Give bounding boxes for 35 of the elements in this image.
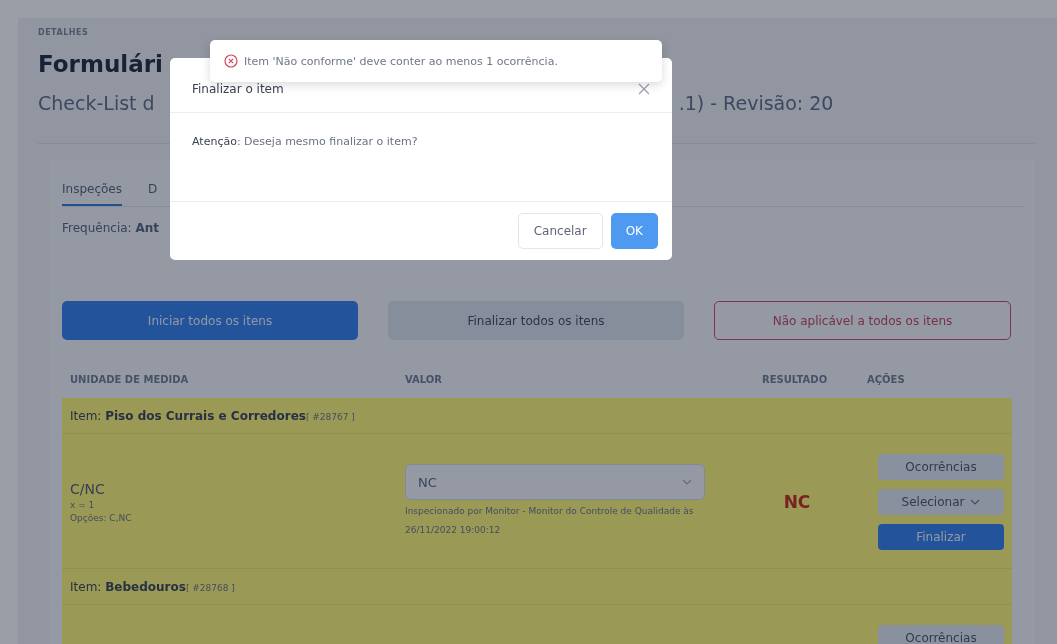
chevron-down-icon [682,479,692,485]
column-header: AÇÕES [867,373,906,385]
action-button[interactable]: Ocorrências [878,454,1004,480]
column-header: VALOR [405,373,444,385]
eyebrow-label: DETALHES [38,28,90,37]
page-title: Formulári [38,51,163,77]
dialog-button[interactable]: OK [610,213,658,249]
value-select[interactable]: NC [405,464,705,500]
result-text: NC [782,492,812,512]
inspection-info: Inspecionado por Monitor - Monitor do Controle de Qualidade às 26/11/2022 19:00:12 [405,505,695,537]
dialog-message: Atenção: Deseja mesmo finalizar o item? [192,135,418,148]
item-title: Item: Piso dos Currais e Corredores[ #28767 ] [70,408,355,423]
action-button[interactable]: Finalizar [878,524,1004,550]
error-icon [224,54,238,68]
unit-text: C/NC [70,481,106,497]
bulk-action-button[interactable]: Finalizar todos os itens [388,301,684,340]
options-text: Opções: C,NC [70,513,133,523]
action-button[interactable]: Selecionar [878,489,1004,515]
column-header: RESULTADO [762,373,829,385]
tab[interactable]: Inspeções [62,172,122,206]
close-icon[interactable] [638,83,650,95]
page-subtitle: Check-List d [38,92,155,114]
bulk-action-button[interactable]: Iniciar todos os itens [62,301,358,340]
bulk-action-button[interactable]: Não aplicável a todos os itens [714,301,1011,340]
action-button[interactable]: Ocorrências [878,625,1004,644]
dialog-button[interactable]: Cancelar [517,213,603,249]
page-subtitle: .1) - Revisão: 20 [678,92,834,114]
frequency-text: Frequência: Ant [62,221,160,235]
formula-text: x = 1 [70,500,96,510]
item-title: Item: Bebedouros[ #28768 ] [70,579,235,594]
chevron-down-icon [970,499,981,505]
column-header: UNIDADE DE MEDIDA [70,373,190,385]
toast-message: Item 'Não conforme' deve conter ao menos 1 ocorrência. [244,54,558,68]
dialog-title: Finalizar o item [192,82,284,96]
tab[interactable]: D [148,172,158,206]
